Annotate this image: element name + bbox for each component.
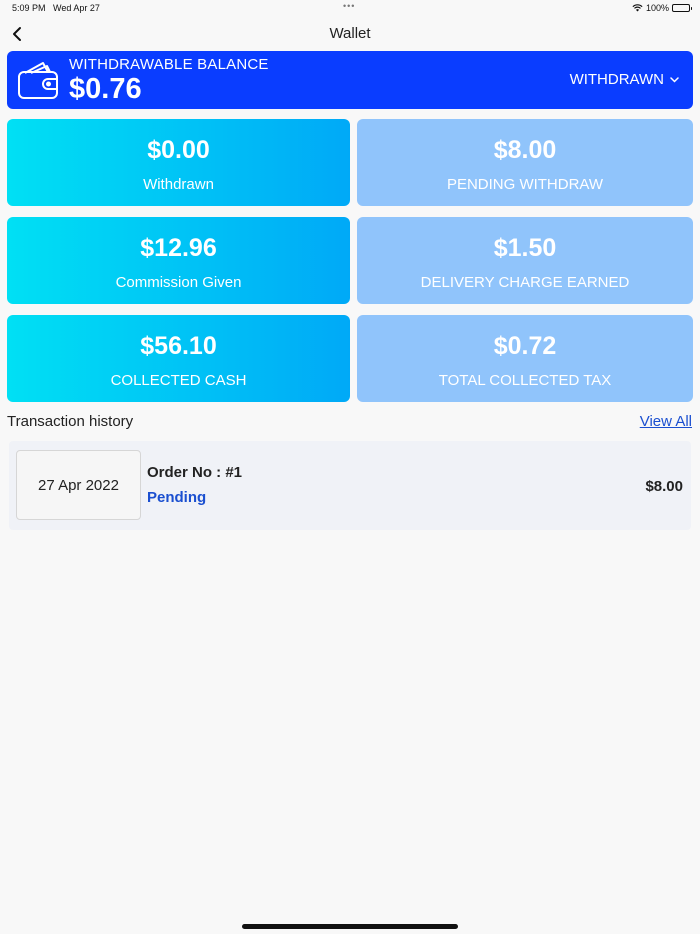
stat-label: DELIVERY CHARGE EARNED: [420, 274, 630, 291]
status-date-text: Wed Apr 27: [53, 3, 100, 13]
withdrawn-button-label: WITHDRAWN: [569, 71, 664, 88]
stat-card-withdrawn: $0.00 Withdrawn: [7, 119, 350, 206]
navigation-bar: Wallet: [0, 20, 700, 50]
stat-label: Commission Given: [115, 274, 242, 291]
stat-value: $0.00: [147, 136, 210, 164]
transaction-row[interactable]: 27 Apr 2022 Order No : #1 Pending $8.00: [9, 441, 691, 530]
status-time: 5:09 PM Wed Apr 27: [12, 3, 100, 13]
battery-icon: [672, 4, 692, 12]
transaction-history-title: Transaction history: [7, 413, 134, 430]
stat-card-commission-given: $12.96 Commission Given: [7, 217, 350, 304]
transaction-order-number: Order No : #1: [147, 464, 243, 481]
wallet-icon: [18, 62, 58, 99]
stat-label: PENDING WITHDRAW: [446, 176, 604, 193]
balance-value: $0.76: [69, 73, 142, 105]
battery-percent: 100%: [645, 3, 669, 13]
stat-card-total-collected-tax: $0.72 TOTAL COLLECTED TAX: [357, 315, 693, 402]
stat-value: $12.96: [140, 234, 217, 262]
stat-value: $0.72: [493, 332, 557, 360]
stat-value: $56.10: [140, 332, 217, 360]
stat-value: $1.50: [493, 234, 557, 262]
stat-label: TOTAL COLLECTED TAX: [438, 372, 612, 389]
wifi-icon: [632, 4, 643, 12]
withdrawn-dropdown-button[interactable]: WITHDRAWN: [570, 71, 679, 88]
multitask-dots-icon[interactable]: •••: [343, 1, 355, 11]
view-all-link[interactable]: View All: [640, 413, 692, 430]
chevron-down-icon: [670, 76, 679, 83]
stat-card-pending-withdraw: $8.00 PENDING WITHDRAW: [357, 119, 693, 206]
balance-label: WITHDRAWABLE BALANCE: [69, 56, 269, 73]
stat-card-collected-cash: $56.10 COLLECTED CASH: [7, 315, 350, 402]
status-indicators: 100%: [632, 3, 692, 13]
page-title: Wallet: [329, 25, 371, 42]
transaction-date: 27 Apr 2022: [16, 450, 141, 520]
status-bar: 5:09 PM Wed Apr 27 ••• 100%: [0, 0, 700, 16]
transaction-amount: $8.00: [645, 478, 683, 495]
status-time-text: 5:09 PM: [12, 3, 46, 13]
home-indicator[interactable]: [242, 924, 458, 929]
withdrawable-balance-banner: WITHDRAWABLE BALANCE $0.76 WITHDRAWN: [7, 51, 693, 109]
transaction-status: Pending: [147, 489, 207, 506]
stat-label: COLLECTED CASH: [110, 372, 247, 389]
stat-value: $8.00: [493, 136, 557, 164]
stat-label: Withdrawn: [143, 176, 214, 193]
stat-card-delivery-charge-earned: $1.50 DELIVERY CHARGE EARNED: [357, 217, 693, 304]
